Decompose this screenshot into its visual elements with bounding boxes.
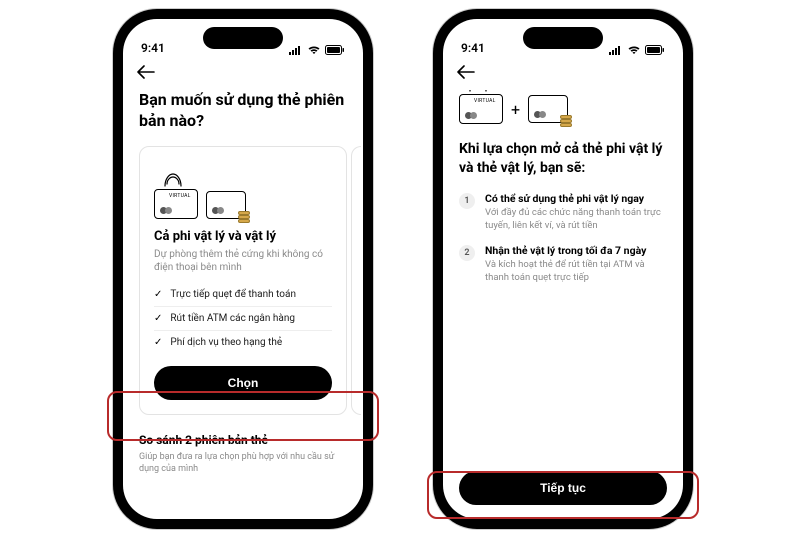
card-subtitle: Dự phòng thêm thẻ cứng khi không có điện… [154, 248, 332, 275]
battery-icon [645, 45, 665, 55]
back-button[interactable] [137, 63, 155, 84]
screen-1: 9:41 Bạn muốn sử dụng thẻ phiên bản nào? [123, 19, 363, 519]
step-1: 1 Có thể sử dụng thẻ phi vật lý ngay Với… [459, 192, 667, 233]
status-time: 9:41 [461, 41, 485, 55]
feature-text: Phí dịch vụ theo hạng thẻ [170, 337, 282, 348]
wifi-icon [307, 45, 321, 55]
notch [523, 27, 603, 49]
step-subtitle: Và kích hoạt thẻ để rút tiền tại ATM và … [485, 259, 667, 285]
step-number: 2 [459, 245, 475, 261]
choose-button[interactable]: Chọn [154, 366, 332, 400]
option-card-both[interactable]: VIRTUAL Cả phi vật lý và vật lý Dự phòng… [139, 146, 347, 415]
compare-subtitle: Giúp bạn đưa ra lựa chọn phù hợp với nhu… [139, 451, 347, 475]
content-area-1: Bạn muốn sử dụng thẻ phiên bản nào? VIRT… [123, 90, 363, 519]
battery-icon [325, 45, 345, 55]
card-heading: Cả phi vật lý và vật lý [154, 229, 332, 244]
card-illustration: VIRTUAL [154, 161, 332, 219]
feature-list: ✓ Trực tiếp quẹt để thanh toán ✓ Rút tiề… [154, 285, 332, 352]
status-time: 9:41 [141, 41, 165, 55]
signal-icon [609, 45, 623, 55]
check-icon: ✓ [154, 313, 162, 324]
phone-mockup-2: 9:41 VIRTUAL [433, 9, 693, 529]
plus-icon: + [511, 100, 520, 119]
phone-mockup-1: 9:41 Bạn muốn sử dụng thẻ phiên bản nào? [113, 9, 373, 529]
signal-icon [289, 45, 303, 55]
wifi-icon [627, 45, 641, 55]
status-icons [289, 45, 345, 55]
compare-section[interactable]: So sánh 2 phiên bản thẻ Giúp bạn đưa ra … [139, 433, 347, 481]
step-subtitle: Với đầy đủ các chức năng thanh toán trực… [485, 207, 667, 233]
feature-text: Rút tiền ATM các ngân hàng [170, 313, 295, 324]
arrow-left-icon [137, 65, 155, 79]
bottom-bar: Tiếp tục [443, 461, 683, 519]
coins-icon [560, 113, 574, 127]
virtual-label: VIRTUAL [474, 98, 496, 104]
virtual-card-icon: VIRTUAL [154, 189, 198, 219]
virtual-label: VIRTUAL [169, 193, 191, 199]
virtual-card-icon: VIRTUAL [459, 94, 503, 124]
back-button[interactable] [457, 63, 475, 84]
arrow-left-icon [457, 65, 475, 79]
illustration-combo: VIRTUAL + [459, 94, 667, 124]
notch [203, 27, 283, 49]
check-icon: ✓ [154, 289, 162, 300]
step-title: Có thể sử dụng thẻ phi vật lý ngay [485, 192, 667, 205]
compare-title: So sánh 2 phiên bản thẻ [139, 433, 347, 447]
continue-button[interactable]: Tiếp tục [459, 471, 667, 505]
page-title: Bạn muốn sử dụng thẻ phiên bản nào? [139, 90, 347, 132]
page-title: Khi lựa chọn mở cả thẻ phi vật lý và thẻ… [459, 140, 667, 178]
content-area-2: VIRTUAL + Khi lựa chọn mở cả thẻ phi vật… [443, 90, 683, 461]
step-title: Nhận thẻ vật lý trong tối đa 7 ngày [485, 244, 667, 257]
step-2: 2 Nhận thẻ vật lý trong tối đa 7 ngày Và… [459, 244, 667, 285]
nav-bar [123, 57, 363, 90]
feature-item: ✓ Rút tiền ATM các ngân hàng [154, 309, 332, 328]
nav-bar [443, 57, 683, 90]
nfc-icon [164, 173, 182, 190]
screen-2: 9:41 VIRTUAL [443, 19, 683, 519]
next-card-peek[interactable] [351, 146, 361, 415]
coins-icon [238, 209, 252, 223]
feature-text: Trực tiếp quẹt để thanh toán [170, 289, 296, 300]
status-icons [609, 45, 665, 55]
step-number: 1 [459, 193, 475, 209]
feature-item: ✓ Phí dịch vụ theo hạng thẻ [154, 333, 332, 352]
check-icon: ✓ [154, 337, 162, 348]
feature-item: ✓ Trực tiếp quẹt để thanh toán [154, 285, 332, 304]
